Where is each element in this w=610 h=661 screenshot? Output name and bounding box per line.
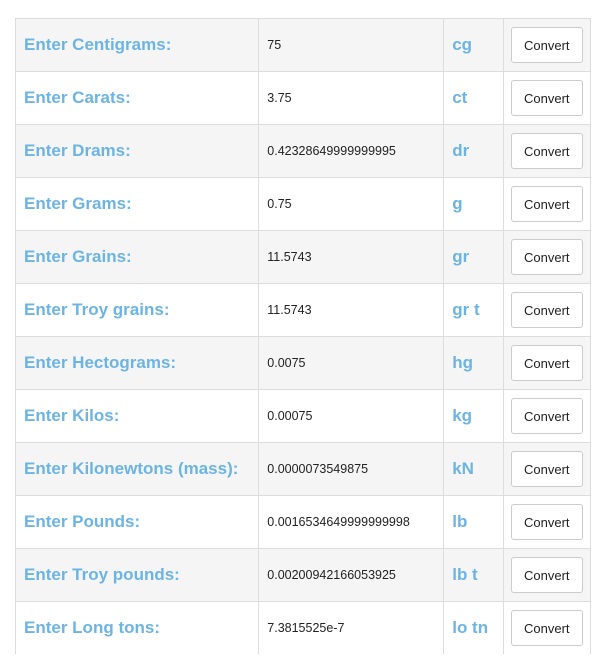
convert-button[interactable]: Convert xyxy=(510,557,583,593)
unit-label: Enter Pounds: xyxy=(14,495,260,549)
converter-row: Enter Grains: gr Convert xyxy=(14,230,592,284)
value-cell xyxy=(258,601,445,654)
converter-row: Enter Troy grains: gr t Convert xyxy=(14,283,592,337)
unit-abbreviation: lb xyxy=(443,495,504,549)
unit-abbreviation: kN xyxy=(443,442,504,496)
button-cell: Convert xyxy=(502,336,592,390)
unit-label: Enter Troy grains: xyxy=(14,283,260,337)
convert-button[interactable]: Convert xyxy=(510,451,583,487)
unit-label: Enter Grams: xyxy=(14,177,260,231)
convert-button[interactable]: Convert xyxy=(510,504,583,540)
unit-label: Enter Carats: xyxy=(14,71,260,125)
value-input[interactable] xyxy=(267,515,440,529)
button-cell: Convert xyxy=(502,18,592,72)
convert-button[interactable]: Convert xyxy=(510,398,583,434)
unit-abbreviation: lb t xyxy=(443,548,504,602)
unit-converter-table: Enter Centigrams: cg Convert Enter Carat… xyxy=(14,18,592,654)
button-cell: Convert xyxy=(502,283,592,337)
unit-abbreviation: lo tn xyxy=(443,601,504,654)
convert-button[interactable]: Convert xyxy=(510,345,583,381)
value-cell xyxy=(258,336,445,390)
convert-button[interactable]: Convert xyxy=(510,239,583,275)
value-input[interactable] xyxy=(267,250,440,264)
value-input[interactable] xyxy=(267,91,440,105)
convert-button[interactable]: Convert xyxy=(510,80,583,116)
unit-abbreviation: g xyxy=(443,177,504,231)
button-cell: Convert xyxy=(502,177,592,231)
value-cell xyxy=(258,177,445,231)
converter-rows: Enter Centigrams: cg Convert Enter Carat… xyxy=(14,18,592,654)
convert-button[interactable]: Convert xyxy=(510,133,583,169)
button-cell: Convert xyxy=(502,442,592,496)
button-cell: Convert xyxy=(502,389,592,443)
unit-label: Enter Kilonewtons (mass): xyxy=(14,442,260,496)
convert-button[interactable]: Convert xyxy=(510,292,583,328)
button-cell: Convert xyxy=(502,548,592,602)
button-cell: Convert xyxy=(502,124,592,178)
unit-label: Enter Centigrams: xyxy=(14,18,260,72)
unit-abbreviation: ct xyxy=(443,71,504,125)
value-input[interactable] xyxy=(267,409,440,423)
converter-row: Enter Kilonewtons (mass): kN Convert xyxy=(14,442,592,496)
converter-row: Enter Kilos: kg Convert xyxy=(14,389,592,443)
value-input[interactable] xyxy=(267,568,440,582)
converter-row: Enter Grams: g Convert xyxy=(14,177,592,231)
unit-label: Enter Grains: xyxy=(14,230,260,284)
converter-row: Enter Long tons: lo tn Convert xyxy=(14,601,592,654)
value-cell xyxy=(258,18,445,72)
unit-abbreviation: hg xyxy=(443,336,504,390)
converter-row: Enter Carats: ct Convert xyxy=(14,71,592,125)
value-input[interactable] xyxy=(267,356,440,370)
value-cell xyxy=(258,389,445,443)
unit-abbreviation: gr xyxy=(443,230,504,284)
unit-abbreviation: gr t xyxy=(443,283,504,337)
button-cell: Convert xyxy=(502,601,592,654)
converter-row: Enter Centigrams: cg Convert xyxy=(14,18,592,72)
value-cell xyxy=(258,71,445,125)
unit-label: Enter Troy pounds: xyxy=(14,548,260,602)
value-cell xyxy=(258,495,445,549)
value-input[interactable] xyxy=(267,462,440,476)
unit-abbreviation: kg xyxy=(443,389,504,443)
unit-label: Enter Kilos: xyxy=(14,389,260,443)
value-cell xyxy=(258,442,445,496)
convert-button[interactable]: Convert xyxy=(510,27,583,63)
value-cell xyxy=(258,548,445,602)
value-input[interactable] xyxy=(267,621,440,635)
unit-abbreviation: dr xyxy=(443,124,504,178)
converter-row: Enter Troy pounds: lb t Convert xyxy=(14,548,592,602)
convert-button[interactable]: Convert xyxy=(510,186,583,222)
converter-row: Enter Pounds: lb Convert xyxy=(14,495,592,549)
value-cell xyxy=(258,283,445,337)
converter-row: Enter Hectograms: hg Convert xyxy=(14,336,592,390)
unit-label: Enter Long tons: xyxy=(14,601,260,654)
button-cell: Convert xyxy=(502,495,592,549)
button-cell: Convert xyxy=(502,71,592,125)
unit-label: Enter Drams: xyxy=(14,124,260,178)
value-cell xyxy=(258,230,445,284)
unit-label: Enter Hectograms: xyxy=(14,336,260,390)
converter-row: Enter Drams: dr Convert xyxy=(14,124,592,178)
unit-abbreviation: cg xyxy=(443,18,504,72)
value-cell xyxy=(258,124,445,178)
value-input[interactable] xyxy=(267,38,440,52)
convert-button[interactable]: Convert xyxy=(510,610,583,646)
value-input[interactable] xyxy=(267,144,440,158)
button-cell: Convert xyxy=(502,230,592,284)
value-input[interactable] xyxy=(267,303,440,317)
value-input[interactable] xyxy=(267,197,440,211)
